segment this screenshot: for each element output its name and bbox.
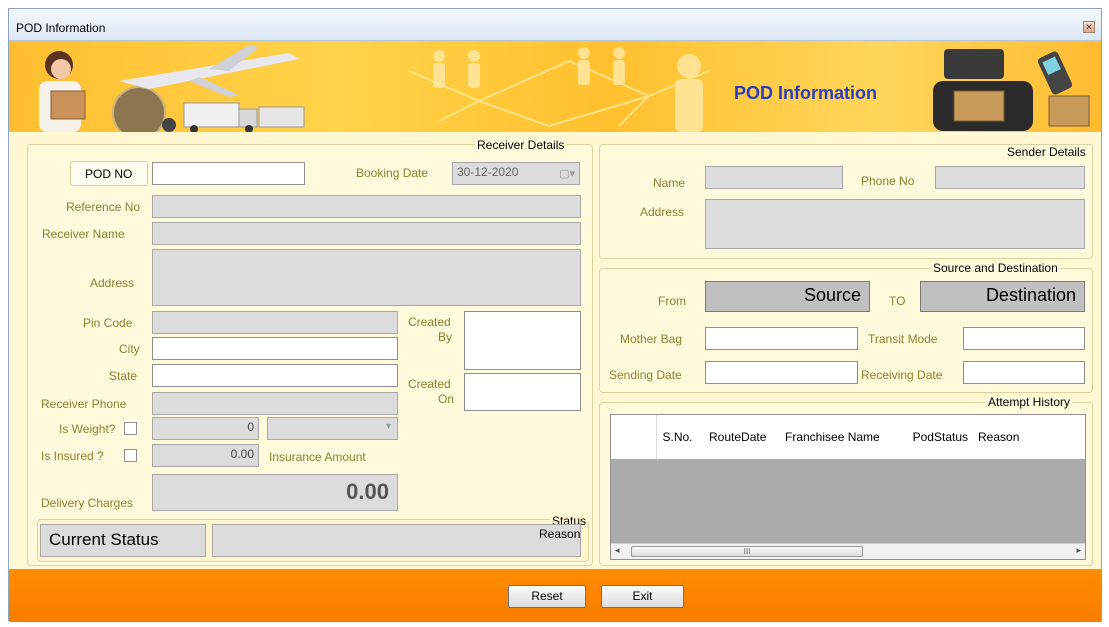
row-header-cell — [611, 415, 657, 459]
city-label: City — [119, 342, 140, 356]
column-header-routedate[interactable]: RouteDate — [708, 415, 784, 459]
column-header-sno[interactable]: S.No. — [656, 415, 708, 459]
weight-value: 0 — [247, 420, 254, 434]
receiver-phone-label: Receiver Phone — [41, 397, 127, 411]
source-field[interactable]: Source — [705, 281, 870, 312]
booking-date-label: Booking Date — [356, 166, 429, 180]
scrollbar-grip: III — [743, 547, 751, 556]
exit-button[interactable]: Exit — [601, 585, 684, 608]
created-by-field — [464, 311, 581, 370]
scrollbar-thumb[interactable]: III — [631, 546, 863, 557]
pod-no-label: POD NO — [85, 167, 133, 181]
destination-value: Destination — [985, 285, 1076, 305]
sender-phone-label: Phone No — [861, 174, 915, 188]
source-value: Source — [803, 285, 861, 305]
column-header-franchisee-name[interactable]: Franchisee Name — [784, 415, 892, 459]
scroll-left-icon[interactable]: ◂ — [615, 545, 620, 556]
chevron-down-icon: ▾ — [385, 421, 391, 432]
reference-no-label: Reference No — [66, 200, 141, 214]
sender-address-label: Address — [640, 205, 685, 219]
pin-code-label: Pin Code — [83, 316, 133, 330]
receiving-date-label: Receiving Date — [861, 368, 943, 382]
delivery-charges-field: 0.00 — [152, 474, 398, 511]
source-destination-label: Source and Destination — [931, 261, 1060, 275]
is-insured-label: Is Insured ? — [41, 449, 104, 463]
created-by-label-line2: By — [438, 330, 453, 344]
footer-bar: Reset Exit — [9, 569, 1101, 622]
sender-name-label: Name — [653, 176, 686, 190]
sender-name-input[interactable] — [705, 166, 843, 189]
banner-illustration — [39, 45, 1090, 132]
weight-unit-dropdown[interactable]: ▾ — [267, 417, 398, 440]
reset-button[interactable]: Reset — [508, 585, 586, 608]
sender-details-label: Sender Details — [1005, 145, 1088, 159]
transit-mode-label: Transit Mode — [868, 332, 938, 346]
city-input[interactable] — [152, 337, 398, 360]
transit-mode-input[interactable] — [963, 327, 1085, 350]
mother-bag-input[interactable] — [705, 327, 858, 350]
pin-code-input[interactable] — [152, 311, 398, 334]
weight-input[interactable]: 0 — [152, 417, 259, 440]
attempt-history-header: S.No. RouteDate Franchisee Name PodStatu… — [611, 415, 1085, 459]
scroll-right-icon[interactable]: ▸ — [1076, 545, 1081, 556]
current-status-field: Current Status — [40, 524, 206, 557]
created-on-label-line1: Created — [408, 377, 451, 391]
delivery-charges-label: Delivery Charges — [41, 496, 134, 510]
state-input[interactable] — [152, 364, 398, 387]
receiver-name-label: Receiver Name — [42, 227, 125, 241]
booking-date-value: 30-12-2020 — [457, 165, 519, 179]
reference-no-input[interactable] — [152, 195, 581, 218]
state-label: State — [109, 369, 138, 383]
column-header-podstatus[interactable]: PodStatus — [892, 415, 974, 459]
created-on-label-line2: On — [438, 392, 455, 406]
to-label: TO — [889, 294, 906, 308]
close-icon[interactable]: ✕ — [1083, 21, 1095, 33]
sender-address-input[interactable] — [705, 199, 1085, 249]
insured-value-input[interactable]: 0.00 — [152, 444, 259, 467]
horizontal-scrollbar[interactable]: ◂ III ▸ — [611, 543, 1085, 559]
pod-no-input[interactable] — [152, 162, 305, 185]
is-weight-label: Is Weight? — [59, 422, 116, 436]
delivery-charges-value: 0.00 — [346, 479, 389, 504]
from-label: From — [658, 294, 686, 308]
is-insured-checkbox[interactable] — [124, 449, 137, 462]
pod-information-window: POD Information ✕ POD Information Receiv… — [8, 8, 1102, 622]
column-header-reason[interactable]: Reason — [974, 415, 1085, 459]
created-on-field — [464, 373, 581, 411]
insurance-amount-label: Insurance Amount — [269, 450, 366, 464]
insured-value: 0.00 — [230, 447, 254, 461]
content-area: Receiver Details POD NO Booking Date 30-… — [9, 132, 1101, 569]
address-label: Address — [90, 276, 135, 290]
receiver-address-input[interactable] — [152, 249, 581, 306]
calendar-icon[interactable]: ▢▾ — [559, 167, 575, 180]
is-weight-checkbox[interactable] — [124, 422, 137, 435]
header-banner: POD Information — [9, 41, 1101, 132]
receiver-details-label: Receiver Details — [475, 138, 567, 152]
receiver-name-input[interactable] — [152, 222, 581, 245]
status-reason-label: Reason — [539, 527, 581, 541]
receiving-date-input[interactable] — [963, 361, 1085, 384]
sending-date-input[interactable] — [705, 361, 858, 384]
window-title: POD Information — [16, 21, 106, 35]
attempt-history-grid[interactable]: S.No. RouteDate Franchisee Name PodStatu… — [610, 414, 1086, 560]
status-reason-field — [212, 524, 581, 557]
sending-date-label: Sending Date — [609, 368, 682, 382]
destination-field[interactable]: Destination — [920, 281, 1085, 312]
current-status-label: Current Status — [49, 530, 159, 549]
created-by-label-line1: Created — [408, 315, 451, 329]
booking-date-picker[interactable]: 30-12-2020 ▢▾ — [452, 162, 580, 185]
sender-phone-input[interactable] — [935, 166, 1085, 189]
attempt-history-label: Attempt History — [986, 395, 1073, 409]
title-bar: POD Information ✕ — [9, 9, 1101, 41]
mother-bag-label: Mother Bag — [620, 332, 683, 346]
receiver-phone-input[interactable] — [152, 392, 398, 415]
banner-title: POD Information — [734, 83, 877, 103]
